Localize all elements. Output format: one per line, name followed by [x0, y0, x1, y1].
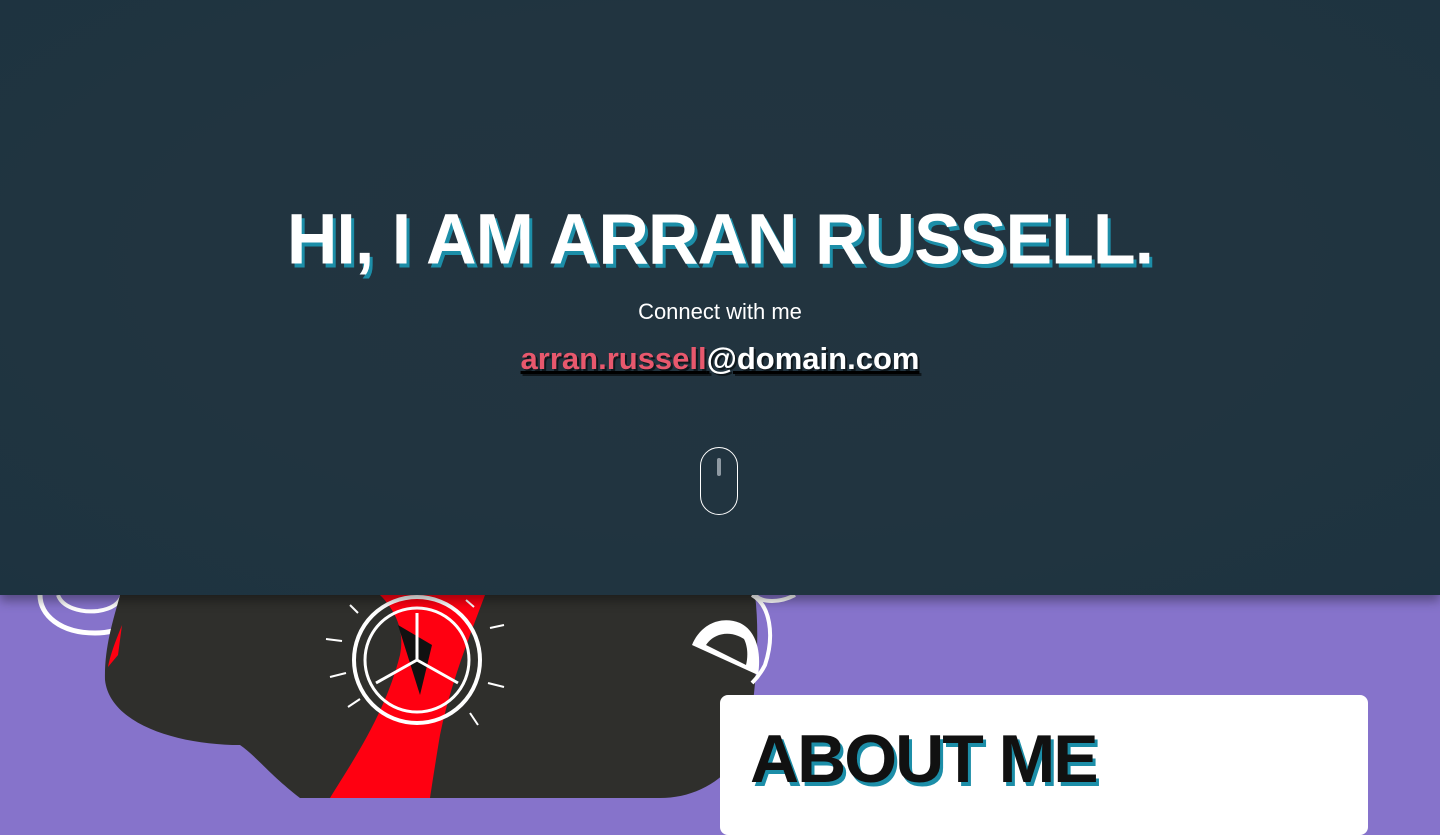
mouse-wheel	[717, 458, 721, 476]
character-illustration	[37, 595, 796, 798]
mouse-scroll-icon[interactable]	[700, 447, 738, 515]
hero-section: Hi, I am Arran Russell. Connect with me …	[0, 0, 1440, 595]
rope-loop	[753, 595, 796, 603]
connect-label: Connect with me	[638, 299, 802, 324]
email-user[interactable]: arran.russell	[521, 341, 707, 376]
about-title: About me	[750, 721, 1099, 797]
email-link[interactable]: arran.russell@domain.com	[0, 340, 1440, 378]
hero-title: Hi, I am Arran Russell.	[286, 199, 1154, 279]
about-card: About me	[720, 695, 1368, 835]
email-domain[interactable]: @domain.com	[707, 341, 920, 376]
loop-line-inner	[56, 595, 124, 614]
